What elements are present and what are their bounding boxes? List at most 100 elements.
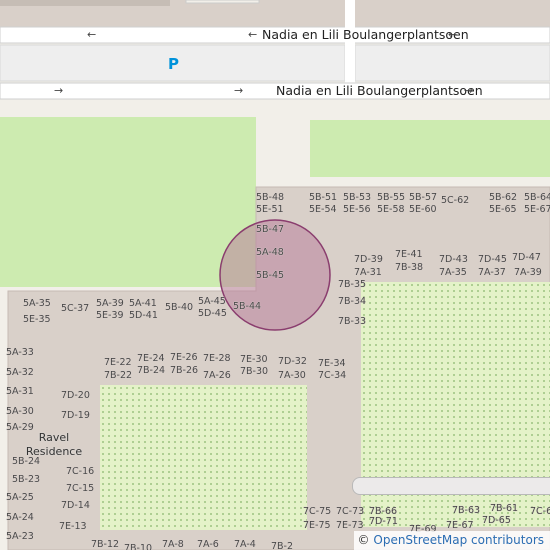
building-number-label: 5A-25 — [6, 492, 34, 503]
building-number-label: 7A-8 — [162, 539, 184, 550]
building-number-label: 5D-41 — [129, 310, 158, 321]
place-label-line1: Ravel — [38, 431, 70, 444]
building-number-label: 5A-41 — [129, 298, 157, 309]
oneway-arrow-icon: ← — [248, 28, 258, 41]
building-number-label: 5A-31 — [6, 386, 34, 397]
building-number-label: 5B-64 — [524, 192, 550, 203]
building-number-label: 5E-39 — [96, 310, 124, 321]
building-number-label: 7B-30 — [240, 366, 269, 377]
building-number-label: 5E-54 — [309, 204, 337, 215]
building-number-label: 7C-75 — [303, 506, 332, 517]
building-number-label: 7E-41 — [395, 249, 423, 260]
building-number-label: 7C-6 — [530, 506, 550, 517]
building-number-label: 5E-60 — [409, 204, 437, 215]
building-number-label: 5A-48 — [256, 247, 284, 258]
building-number-label: 5B-24 — [12, 456, 41, 467]
building-number-label: 7D-20 — [61, 390, 90, 401]
building-number-label: 7E-75 — [303, 520, 331, 531]
building-number-label: 7E-30 — [240, 354, 268, 365]
building-number-label: 7E-22 — [104, 357, 132, 368]
building-number-label: 5A-39 — [96, 298, 124, 309]
building-number-label: 7E-67 — [446, 520, 474, 531]
street-label-bottom: Nadia en Lili Boulangerplantsoen — [276, 83, 483, 98]
building-number-label: 7A-37 — [478, 267, 506, 278]
building-number-label: 5B-53 — [343, 192, 372, 203]
building-number-label: 5D-45 — [198, 308, 227, 319]
building-number-label: 7A-30 — [278, 370, 306, 381]
building-number-label: 5E-51 — [256, 204, 284, 215]
building-number-label: 5B-55 — [377, 192, 406, 203]
building-number-label: 5B-45 — [256, 270, 285, 281]
building-number-label: 7D-43 — [439, 254, 468, 265]
building-number-label: 7A-4 — [234, 539, 256, 550]
building-number-label: 7B-10 — [124, 543, 153, 550]
building-number-label: 5A-30 — [6, 406, 34, 417]
building-number-label: 5B-44 — [233, 301, 262, 312]
building-number-label: 7E-73 — [336, 520, 364, 531]
building-number-label: 5A-32 — [6, 367, 34, 378]
building-number-label: 7C-16 — [66, 466, 95, 477]
attribution-link[interactable]: OpenStreetMap contributors — [373, 533, 544, 547]
copyright-symbol: © — [357, 533, 370, 547]
building-number-label: 5B-23 — [12, 474, 41, 485]
building-number-label: 7B-38 — [395, 262, 424, 273]
building-number-label: 7E-34 — [318, 358, 346, 369]
building-number-label: 5B-51 — [309, 192, 338, 203]
building-number-label: 7D-14 — [61, 500, 90, 511]
building-number-label: 7A-39 — [514, 267, 542, 278]
building-number-label: 5C-37 — [61, 303, 90, 314]
building-number-label: 7D-47 — [512, 252, 541, 263]
building-number-label: 7E-28 — [203, 353, 231, 364]
building-number-label: 7D-19 — [61, 410, 90, 421]
building-number-label: 7B-61 — [490, 503, 519, 514]
oneway-arrow-icon: ← — [448, 28, 458, 41]
building-number-label: 7B-33 — [338, 316, 367, 327]
building-number-label: 5B-47 — [256, 224, 285, 235]
oneway-arrow-icon: → — [464, 84, 474, 97]
building-number-label: 5A-35 — [23, 298, 51, 309]
building-number-label: 7B-35 — [338, 279, 367, 290]
building-number-label: 5A-29 — [6, 422, 34, 433]
building-number-label: 7B-2 — [271, 541, 294, 550]
building-number-label: 5E-58 — [377, 204, 405, 215]
oneway-arrow-icon: ← — [87, 28, 97, 41]
building-number-label: 5E-35 — [23, 314, 51, 325]
street-label-top: Nadia en Lili Boulangerplantsoen — [262, 27, 469, 42]
building-number-label: 5E-67 — [524, 204, 550, 215]
building-number-label: 7B-22 — [104, 370, 133, 381]
building-number-label: 7E-26 — [170, 352, 198, 363]
building-number-label: 5B-40 — [165, 302, 194, 313]
building-number-label: 7B-63 — [452, 505, 481, 516]
parking-icon: P — [168, 55, 179, 73]
building-number-label: 7A-35 — [439, 267, 467, 278]
building-number-label: 5C-62 — [441, 195, 470, 206]
building-number-label: 7D-71 — [369, 516, 398, 527]
building-number-label: 7C-34 — [318, 370, 347, 381]
building-number-label: 5A-24 — [6, 512, 34, 523]
building-number-label: 7E-24 — [137, 353, 165, 364]
building-number-label: 7C-73 — [336, 506, 365, 517]
place-label-ravel-residence: Ravel Residence — [24, 431, 84, 459]
attribution: © OpenStreetMap contributors — [353, 531, 550, 550]
building-number-label: 7A-26 — [203, 370, 231, 381]
map-canvas[interactable]: ← ← Nadia en Lili Boulangerplantsoen ← →… — [0, 0, 550, 550]
building-number-label: 7E-13 — [59, 521, 87, 532]
building-number-label: 7D-39 — [354, 254, 383, 265]
building-number-label: 7B-26 — [170, 365, 199, 376]
oneway-arrow-icon: → — [234, 84, 244, 97]
building-number-label: 5B-48 — [256, 192, 285, 203]
building-number-label: 7A-6 — [197, 539, 219, 550]
building-number-label: 7D-45 — [478, 254, 507, 265]
building-number-label: 7B-12 — [91, 539, 120, 550]
building-number-label: 7A-31 — [354, 267, 382, 278]
building-number-label: 7C-15 — [66, 483, 95, 494]
building-number-label: 7D-65 — [482, 515, 511, 526]
building-number-label: 5A-33 — [6, 347, 34, 358]
building-number-label: 5E-56 — [343, 204, 371, 215]
building-number-label: 5E-65 — [489, 204, 517, 215]
building-number-label: 5A-23 — [6, 531, 34, 542]
building-number-label: 5A-45 — [198, 296, 226, 307]
oneway-arrow-icon: → — [54, 84, 64, 97]
building-number-label: 5B-62 — [489, 192, 518, 203]
building-number-label: 5B-57 — [409, 192, 438, 203]
